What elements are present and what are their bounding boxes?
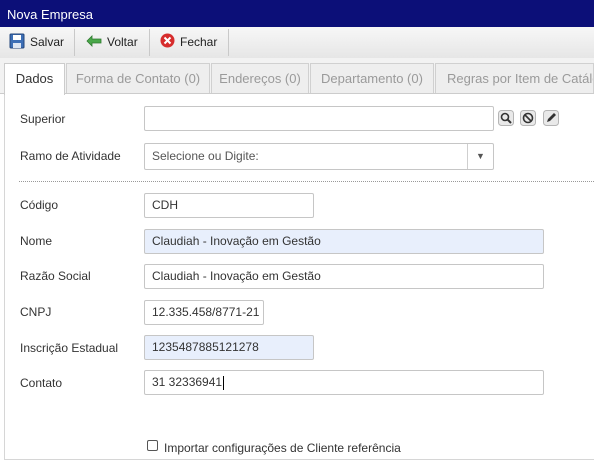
close-label: Fechar [180,35,218,49]
nome-input[interactable]: Claudiah - Inovação em Gestão [144,229,544,254]
ramo-atividade-select[interactable]: Selecione ou Digite: ▼ [144,143,494,170]
superior-input[interactable] [144,106,494,131]
codigo-input[interactable]: CDH [144,193,314,218]
floppy-disk-icon [9,33,25,52]
back-label: Voltar [107,35,138,49]
toolbar-separator [228,29,229,56]
contato-input[interactable]: 31 32336941 [144,370,544,395]
close-button[interactable]: Fechar [160,29,217,55]
ramo-atividade-label: Ramo de Atividade [20,149,121,163]
toolbar-separator [149,29,150,56]
back-arrow-icon [86,34,102,50]
tab-enderecos[interactable]: Endereços (0) [211,63,309,93]
contato-value: 31 32336941 [152,375,223,389]
section-divider [19,181,594,182]
tab-regras-catalogo[interactable]: Regras por Item de Catálogo [435,63,594,93]
edit-pencil-icon[interactable] [543,110,559,126]
razao-social-label: Razão Social [20,269,91,283]
ramo-atividade-placeholder: Selecione ou Digite: [152,149,259,163]
cnpj-label: CNPJ [20,305,52,319]
inscricao-estadual-input[interactable]: 1235487885121278 [144,335,314,360]
text-cursor [223,375,225,390]
toolbar-separator [74,29,75,56]
back-button[interactable]: Voltar [86,29,138,55]
toolbar: Salvar Voltar Fechar [0,27,594,59]
close-circle-icon [160,33,175,51]
clear-icon[interactable] [520,110,536,126]
tab-dados[interactable]: Dados [4,63,65,95]
window-title: Nova Empresa [7,7,93,22]
tab-departamento[interactable]: Departamento (0) [310,63,434,93]
search-icon[interactable] [498,110,514,126]
importar-checkbox[interactable] [147,440,158,451]
razao-social-input[interactable]: Claudiah - Inovação em Gestão [144,264,544,289]
importar-label: Importar configurações de Cliente referê… [164,441,401,455]
contato-label: Contato [20,376,63,390]
cnpj-input[interactable]: 12.335.458/8771-21 [144,300,264,325]
tab-forma-de-contato[interactable]: Forma de Contato (0) [66,63,210,93]
tab-bar: Dados Forma de Contato (0) Endereços (0)… [0,58,594,95]
inscricao-estadual-label: Inscrição Estadual [20,341,119,355]
title-bar: Nova Empresa [0,0,594,27]
nome-label: Nome [20,234,53,248]
save-button[interactable]: Salvar [9,29,64,55]
chevron-down-icon[interactable]: ▼ [467,144,493,169]
superior-label: Superior [20,112,66,126]
save-label: Salvar [30,35,65,49]
codigo-label: Código [20,198,59,212]
